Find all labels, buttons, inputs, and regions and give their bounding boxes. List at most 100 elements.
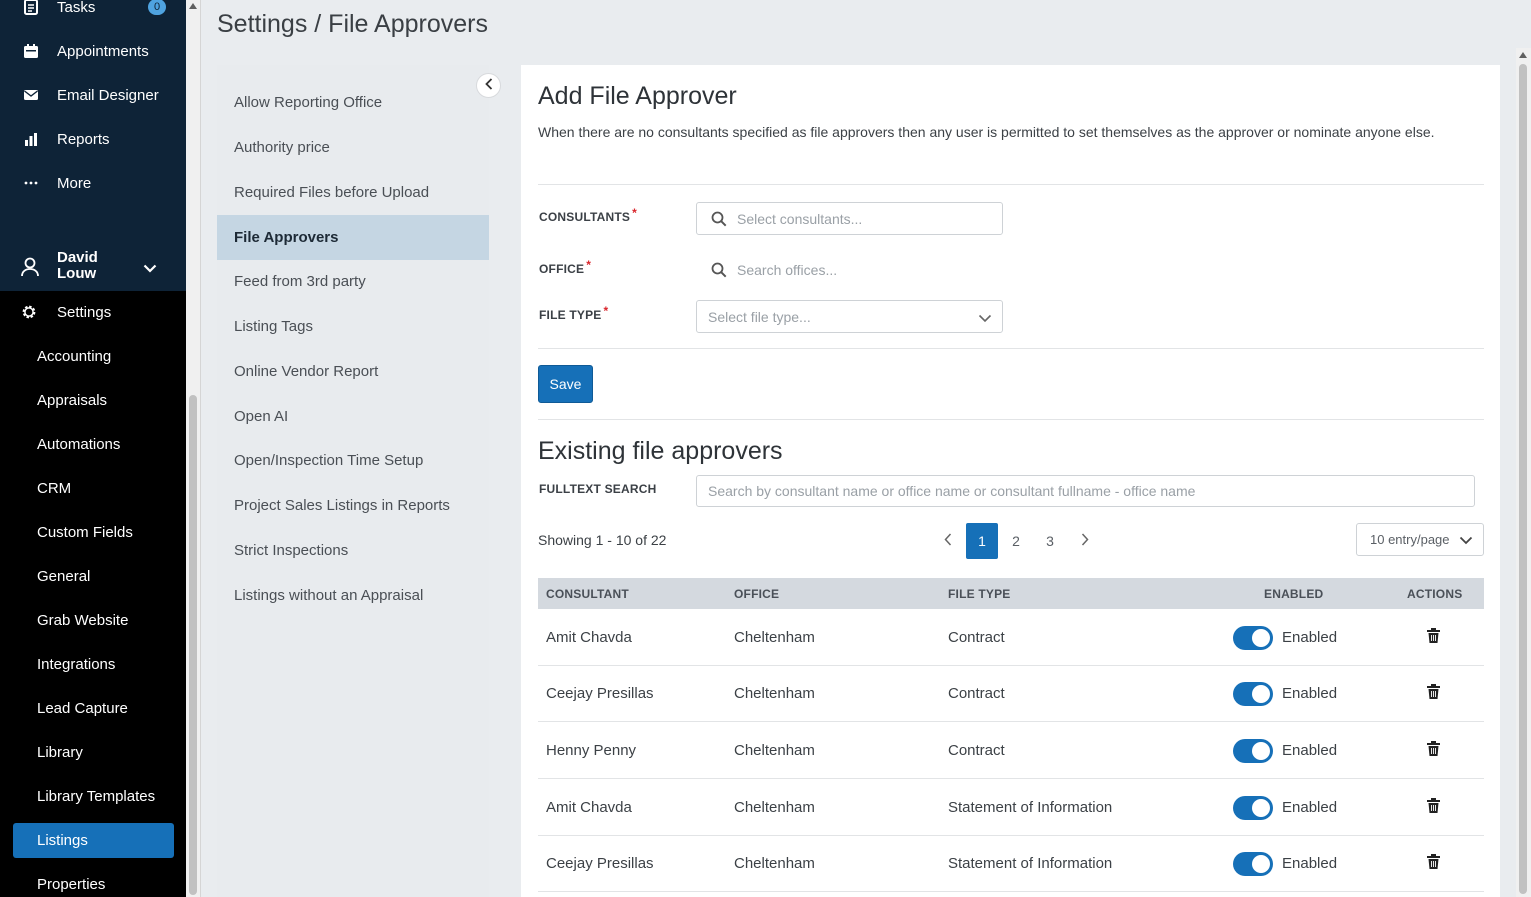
consultant-cell: Ceejay Presillas bbox=[546, 854, 654, 872]
nav-item-reports[interactable]: Reports bbox=[0, 119, 186, 159]
settings-item-accounting[interactable]: Accounting bbox=[13, 338, 174, 374]
file-type-select[interactable]: Select file type... bbox=[696, 300, 1003, 333]
submenu-item-file-approvers[interactable]: File Approvers bbox=[217, 215, 489, 260]
submenu-item-listings-without-appraisal[interactable]: Listings without an Appraisal bbox=[217, 573, 489, 618]
nav-item-appointments[interactable]: Appointments bbox=[0, 31, 186, 71]
settings-item-library[interactable]: Library bbox=[13, 734, 174, 770]
settings-item-lead-capture[interactable]: Lead Capture bbox=[13, 690, 174, 726]
consultants-label: CONSULTANTS * bbox=[539, 206, 637, 224]
required-marker: * bbox=[603, 304, 609, 318]
settings-item-crm[interactable]: CRM bbox=[13, 470, 174, 506]
settings-item-automations[interactable]: Automations bbox=[13, 426, 174, 462]
table-row: Amit Chavda Cheltenham Statement of Info… bbox=[538, 779, 1484, 836]
tasks-icon bbox=[22, 0, 40, 16]
trash-icon[interactable] bbox=[1427, 628, 1440, 648]
enabled-toggle[interactable] bbox=[1233, 682, 1273, 706]
scroll-up-arrow-icon[interactable] bbox=[1519, 52, 1527, 58]
consultant-cell: Ceejay Presillas bbox=[546, 684, 654, 702]
consultants-select[interactable]: Select consultants... bbox=[696, 202, 1003, 235]
settings-item-appraisals[interactable]: Appraisals bbox=[13, 382, 174, 418]
column-header-file-type[interactable]: FILE TYPE bbox=[948, 578, 1010, 609]
nav-item-label: Email Designer bbox=[57, 86, 159, 104]
office-cell: Cheltenham bbox=[734, 684, 815, 702]
enabled-label: Enabled bbox=[1282, 684, 1338, 702]
scroll-up-arrow-icon[interactable] bbox=[189, 3, 197, 9]
settings-item-custom-fields[interactable]: Custom Fields bbox=[13, 514, 174, 550]
office-cell: Cheltenham bbox=[734, 854, 815, 872]
divider bbox=[538, 348, 1484, 349]
chevron-right-icon bbox=[1081, 533, 1089, 549]
nav-item-tasks[interactable]: Tasks 0 bbox=[0, 0, 186, 27]
user-icon bbox=[20, 257, 40, 282]
settings-item-listings[interactable]: Listings bbox=[13, 823, 174, 858]
submenu-item-strict-inspections[interactable]: Strict Inspections bbox=[217, 528, 489, 573]
page-1-button[interactable]: 1 bbox=[966, 523, 998, 559]
settings-item-general[interactable]: General bbox=[13, 558, 174, 594]
collapse-submenu-button[interactable] bbox=[476, 73, 501, 98]
intro-text: When there are no consultants specified … bbox=[538, 124, 1435, 140]
consultant-cell: Amit Chavda bbox=[546, 798, 632, 816]
nav-item-label: Reports bbox=[57, 130, 110, 148]
nav-item-settings[interactable]: Settings bbox=[0, 292, 186, 332]
submenu-item-online-vendor-report[interactable]: Online Vendor Report bbox=[217, 349, 489, 394]
page-2-button[interactable]: 2 bbox=[1000, 523, 1032, 559]
chevron-down-icon bbox=[1459, 533, 1473, 548]
column-header-consultant[interactable]: CONSULTANT bbox=[546, 578, 629, 609]
settings-item-properties[interactable]: Properties bbox=[13, 866, 174, 897]
scrollbar-thumb[interactable] bbox=[189, 395, 197, 895]
enabled-label: Enabled bbox=[1282, 854, 1338, 872]
search-icon bbox=[711, 211, 727, 230]
bar-chart-icon bbox=[22, 130, 40, 148]
enabled-toggle[interactable] bbox=[1233, 796, 1273, 820]
office-label: OFFICE * bbox=[539, 258, 592, 276]
settings-item-integrations[interactable]: Integrations bbox=[13, 646, 174, 682]
entries-per-page-select[interactable]: 10 entry/page bbox=[1356, 523, 1484, 556]
table-header: CONSULTANT OFFICE FILE TYPE ENABLED ACTI… bbox=[538, 578, 1484, 609]
fulltext-search-input[interactable]: Search by consultant name or office name… bbox=[696, 475, 1475, 507]
chevron-left-icon bbox=[944, 533, 952, 549]
nav-scrollbar[interactable] bbox=[186, 0, 201, 897]
enabled-toggle[interactable] bbox=[1233, 739, 1273, 763]
enabled-label: Enabled bbox=[1282, 628, 1338, 646]
trash-icon[interactable] bbox=[1427, 684, 1440, 704]
enabled-label: Enabled bbox=[1282, 741, 1338, 759]
scrollbar-thumb[interactable] bbox=[1519, 64, 1527, 894]
enabled-toggle[interactable] bbox=[1233, 626, 1273, 650]
header-right-edge bbox=[1516, 0, 1531, 48]
column-header-enabled[interactable]: ENABLED bbox=[1264, 578, 1323, 609]
file-type-cell: Statement of Information bbox=[948, 798, 1113, 816]
table-row: Ceejay Presillas Cheltenham Statement of… bbox=[538, 835, 1484, 892]
enabled-label: Enabled bbox=[1282, 798, 1338, 816]
envelope-icon bbox=[22, 86, 40, 104]
trash-icon[interactable] bbox=[1427, 798, 1440, 818]
chevron-down-icon[interactable] bbox=[143, 260, 157, 278]
office-search[interactable]: Search offices... bbox=[696, 253, 1003, 286]
next-page-button[interactable] bbox=[1069, 523, 1101, 559]
nav-item-more[interactable]: More bbox=[0, 163, 186, 203]
enabled-toggle[interactable] bbox=[1233, 852, 1273, 876]
submenu-item-authority-price[interactable]: Authority price bbox=[217, 125, 489, 170]
save-button[interactable]: Save bbox=[538, 365, 593, 403]
page-title: Settings / File Approvers bbox=[217, 10, 488, 38]
nav-item-label: More bbox=[57, 174, 92, 192]
settings-item-library-templates[interactable]: Library Templates bbox=[13, 778, 174, 814]
submenu-item-required-files[interactable]: Required Files before Upload bbox=[217, 170, 489, 215]
user-menu[interactable]: David Louw bbox=[0, 244, 186, 290]
column-header-office[interactable]: OFFICE bbox=[734, 578, 779, 609]
submenu-item-project-sales-listings[interactable]: Project Sales Listings in Reports bbox=[217, 483, 489, 528]
nav-item-label: Appointments bbox=[57, 42, 149, 60]
prev-page-button[interactable] bbox=[932, 523, 964, 559]
page-3-button[interactable]: 3 bbox=[1034, 523, 1066, 559]
calendar-icon bbox=[22, 42, 40, 60]
submenu-item-allow-reporting-office[interactable]: Allow Reporting Office bbox=[217, 80, 489, 125]
trash-icon[interactable] bbox=[1427, 741, 1440, 761]
submenu-item-open-ai[interactable]: Open AI bbox=[217, 394, 489, 439]
nav-item-email-designer[interactable]: Email Designer bbox=[0, 75, 186, 115]
trash-icon[interactable] bbox=[1427, 854, 1440, 874]
settings-item-grab-website[interactable]: Grab Website bbox=[13, 602, 174, 638]
submenu-item-feed-from-3rd-party[interactable]: Feed from 3rd party bbox=[217, 259, 489, 304]
file-type-cell: Statement of Information bbox=[948, 854, 1113, 872]
submenu-item-open-inspection-time-setup[interactable]: Open/Inspection Time Setup bbox=[217, 438, 489, 483]
main-scrollbar[interactable] bbox=[1516, 48, 1531, 897]
submenu-item-listing-tags[interactable]: Listing Tags bbox=[217, 304, 489, 349]
